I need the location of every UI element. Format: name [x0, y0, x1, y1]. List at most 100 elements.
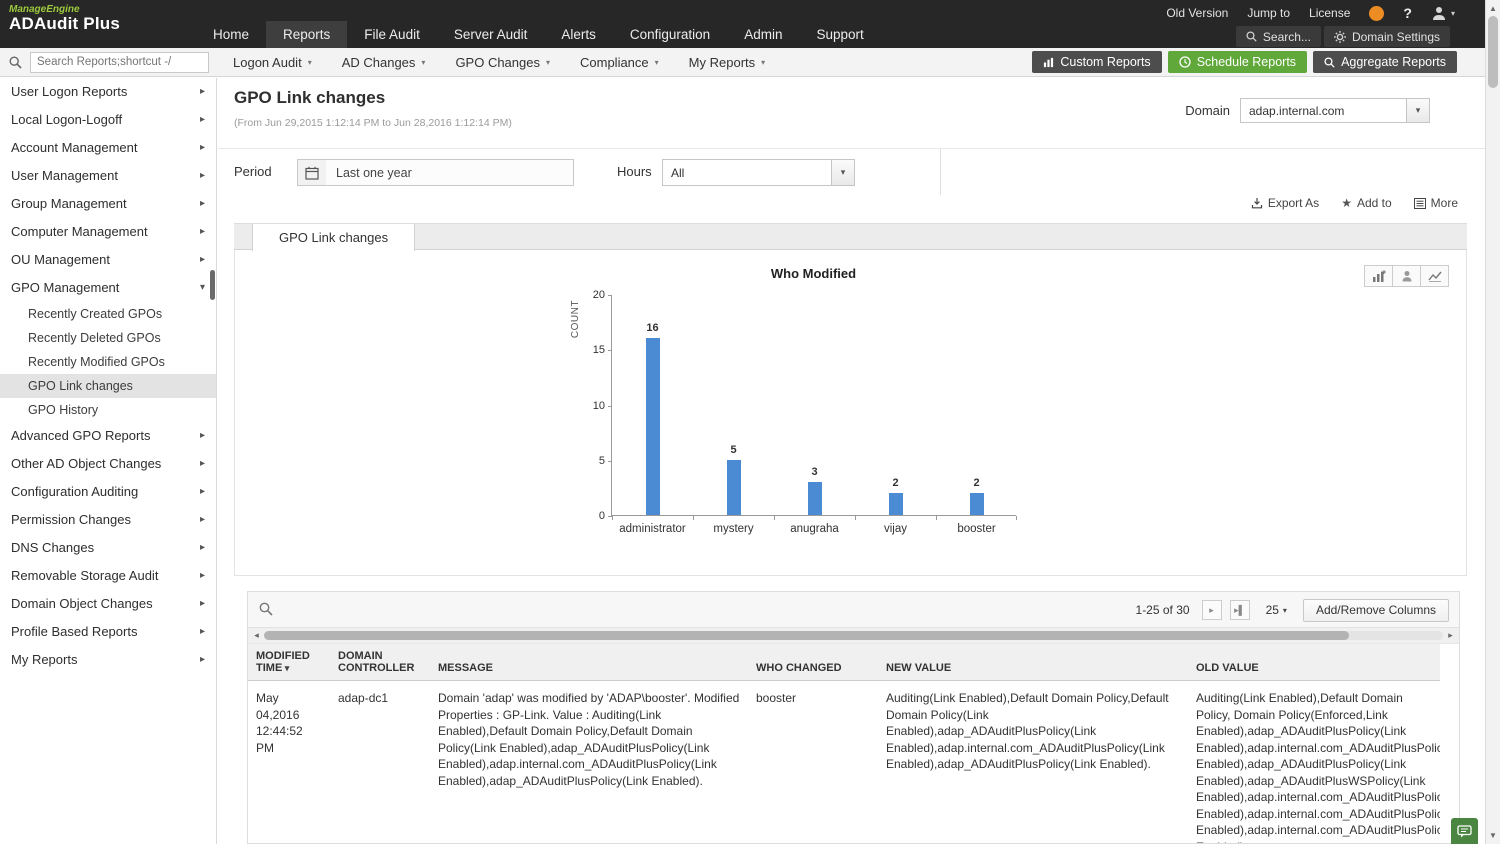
sidebar-scrollbar-thumb[interactable]	[210, 270, 215, 300]
sidebar-subitem-recently-modified-gpos[interactable]: Recently Modified GPOs	[0, 350, 216, 374]
topnav-item-admin[interactable]: Admin	[727, 21, 799, 48]
clock-icon	[1179, 56, 1191, 68]
horizontal-scrollbar-track[interactable]	[264, 631, 1443, 640]
chart-plot: COUNT 0 5 10 15 20 16 administrator 5 mystery 3 an…	[570, 289, 1017, 535]
topnav-item-support[interactable]: Support	[799, 21, 880, 48]
jump-to-link[interactable]: Jump to	[1247, 6, 1290, 20]
more-button[interactable]: More	[1413, 196, 1458, 210]
topnav-item-server-audit[interactable]: Server Audit	[437, 21, 545, 48]
next-page-button[interactable]: ▸	[1201, 600, 1222, 620]
chat-button[interactable]	[1451, 818, 1478, 844]
scroll-down-arrow[interactable]: ▼	[1486, 828, 1500, 842]
sidebar-subitem-gpo-history[interactable]: GPO History	[0, 398, 216, 422]
user-filter-icon[interactable]	[1392, 265, 1421, 287]
sidebar-item-permission-changes[interactable]: Permission Changes ▸	[0, 506, 216, 534]
calendar-button[interactable]	[297, 159, 327, 186]
sidebar-item-removable-storage-audit[interactable]: Removable Storage Audit ▸	[0, 562, 216, 590]
sidebar-item-user-logon-reports[interactable]: User Logon Reports ▸	[0, 78, 216, 106]
sidebar-item-label: Domain Object Changes	[11, 596, 153, 611]
sidebar-item-configuration-auditing[interactable]: Configuration Auditing ▸	[0, 478, 216, 506]
add-to-button[interactable]: ★ Add to	[1341, 196, 1391, 210]
column-header-message[interactable]: MESSAGE	[430, 644, 748, 681]
hours-dropdown[interactable]: All ▾	[662, 159, 855, 186]
line-chart-toggle-icon[interactable]	[1420, 265, 1449, 287]
schedule-reports-button[interactable]: Schedule Reports	[1167, 51, 1308, 73]
sidebar-item-group-management[interactable]: Group Management ▸	[0, 190, 216, 218]
topnav-item-reports[interactable]: Reports	[266, 21, 348, 48]
page-scrollbar[interactable]: ▲ ▼	[1485, 0, 1500, 844]
sidebar-item-user-management[interactable]: User Management ▸	[0, 162, 216, 190]
user-menu[interactable]: ▾	[1431, 6, 1455, 20]
sidebar-item-computer-management[interactable]: Computer Management ▸	[0, 218, 216, 246]
last-page-button[interactable]: ▸▌	[1229, 600, 1250, 620]
scroll-up-arrow[interactable]: ▲	[1486, 1, 1500, 15]
support-icon[interactable]	[1369, 5, 1385, 21]
sidebar-item-label: User Logon Reports	[11, 84, 128, 99]
old-version-link[interactable]: Old Version	[1166, 6, 1228, 20]
bar-vijay[interactable]	[888, 492, 903, 515]
bar-anugraha[interactable]	[807, 481, 822, 515]
topnav-item-home[interactable]: Home	[196, 21, 266, 48]
domain-dropdown[interactable]: adap.internal.com ▾	[1240, 98, 1430, 123]
x-axis-label: vijay	[883, 523, 907, 535]
table-cell: May 04,2016 12:44:52 PM	[248, 680, 330, 843]
sidebar-item-advanced-gpo-reports[interactable]: Advanced GPO Reports ▸	[0, 422, 216, 450]
domain-settings-button[interactable]: Domain Settings	[1323, 26, 1450, 47]
sidebar-item-dns-changes[interactable]: DNS Changes ▸	[0, 534, 216, 562]
tab-gpo-link-changes[interactable]: GPO Link changes	[252, 224, 416, 251]
table-search-icon[interactable]	[259, 602, 273, 616]
menu-my-reports[interactable]: My Reports ▾	[674, 48, 780, 76]
period-input[interactable]	[326, 159, 574, 186]
sidebar-subitem-gpo-link-changes[interactable]: GPO Link changes	[0, 374, 216, 398]
column-header-domain-controller[interactable]: DOMAIN CONTROLLER	[330, 644, 430, 681]
scroll-right-arrow[interactable]: ▸	[1443, 628, 1458, 643]
sidebar-item-label: Local Logon-Logoff	[11, 112, 123, 127]
calendar-icon	[305, 166, 319, 180]
bar-mystery[interactable]	[726, 459, 741, 515]
report-search-input[interactable]	[30, 51, 209, 73]
domain-label: Domain	[1185, 103, 1230, 118]
bar-chart-toggle-icon[interactable]	[1364, 265, 1393, 287]
column-header-old-value[interactable]: OLD VALUE	[1188, 644, 1440, 681]
custom-reports-button[interactable]: Custom Reports	[1032, 51, 1162, 73]
sidebar-item-domain-object-changes[interactable]: Domain Object Changes ▸	[0, 590, 216, 618]
chevron-right-icon: ▸	[199, 86, 205, 97]
menu-label: Compliance	[580, 54, 649, 70]
menu-logon-audit[interactable]: Logon Audit ▾	[218, 48, 327, 76]
y-tick-label: 20	[592, 289, 605, 301]
aggregate-reports-button[interactable]: Aggregate Reports	[1313, 51, 1457, 73]
menu-compliance[interactable]: Compliance ▾	[565, 48, 674, 76]
chevron-down-icon: ▾	[199, 282, 205, 293]
column-header-who-changed[interactable]: WHO CHANGED	[748, 644, 878, 681]
table-cell: adap-dc1	[330, 680, 430, 843]
table-row[interactable]: May 04,2016 12:44:52 PM adap-dc1 Domain 'a…	[248, 680, 1440, 843]
sidebar-item-profile-based-reports[interactable]: Profile Based Reports ▸	[0, 618, 216, 646]
add-remove-columns-button[interactable]: Add/Remove Columns	[1302, 598, 1449, 622]
sidebar-item-gpo-management[interactable]: GPO Management ▾	[0, 274, 216, 302]
column-header-new-value[interactable]: NEW VALUE	[878, 644, 1188, 681]
search-button[interactable]: Search...	[1235, 26, 1321, 47]
topnav-item-alerts[interactable]: Alerts	[544, 21, 613, 48]
sidebar-item-local-logon-logoff[interactable]: Local Logon-Logoff ▸	[0, 106, 216, 134]
column-header-modified-time[interactable]: MODIFIED TIME ▾	[248, 644, 330, 681]
sidebar-subitem-recently-deleted-gpos[interactable]: Recently Deleted GPOs	[0, 326, 216, 350]
chart-panel: Who Modified COUNT 0 5 10 15 20 16 administrat…	[234, 250, 1467, 576]
scroll-left-arrow[interactable]: ◂	[249, 628, 264, 643]
help-icon[interactable]: ?	[1403, 5, 1412, 21]
horizontal-scrollbar-thumb[interactable]	[264, 631, 1349, 640]
topnav-item-file-audit[interactable]: File Audit	[347, 21, 437, 48]
page-scrollbar-thumb[interactable]	[1488, 16, 1498, 88]
page-size-dropdown[interactable]: 25 ▾	[1266, 603, 1287, 617]
menu-gpo-changes[interactable]: GPO Changes ▾	[440, 48, 565, 76]
sidebar-item-ou-management[interactable]: OU Management ▸	[0, 246, 216, 274]
sidebar-item-other-ad-object-changes[interactable]: Other AD Object Changes ▸	[0, 450, 216, 478]
menu-ad-changes[interactable]: AD Changes ▾	[327, 48, 441, 76]
bar-booster[interactable]	[969, 492, 984, 515]
topnav-item-configuration[interactable]: Configuration	[613, 21, 727, 48]
export-as-button[interactable]: Export As	[1251, 196, 1319, 210]
bar-administrator[interactable]	[645, 338, 660, 515]
sidebar-item-account-management[interactable]: Account Management ▸	[0, 134, 216, 162]
sidebar-item-my-reports[interactable]: My Reports ▸	[0, 646, 216, 674]
sidebar-subitem-recently-created-gpos[interactable]: Recently Created GPOs	[0, 302, 216, 326]
license-link[interactable]: License	[1309, 6, 1350, 20]
